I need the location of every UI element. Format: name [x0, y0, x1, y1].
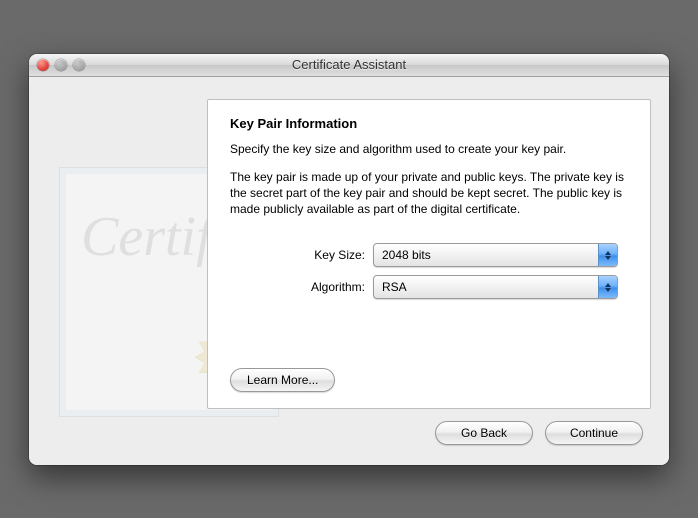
- keysize-value: 2048 bits: [382, 248, 431, 262]
- algorithm-value: RSA: [382, 280, 407, 294]
- algorithm-select[interactable]: RSA: [373, 275, 618, 299]
- learn-more-button[interactable]: Learn More...: [230, 368, 335, 392]
- dropdown-arrows-icon: [598, 244, 617, 266]
- description-paragraph: The key pair is made up of your private …: [230, 169, 628, 218]
- page-title: Key Pair Information: [230, 116, 628, 131]
- description-paragraph: Specify the key size and algorithm used …: [230, 141, 628, 157]
- dropdown-arrows-icon: [598, 276, 617, 298]
- algorithm-row: Algorithm: RSA: [230, 275, 628, 299]
- certificate-signature: Certif: [81, 205, 212, 269]
- continue-button[interactable]: Continue: [545, 421, 643, 445]
- dialog-body: Certif Key Pair Information Specify the …: [29, 77, 669, 465]
- keysize-select[interactable]: 2048 bits: [373, 243, 618, 267]
- algorithm-label: Algorithm:: [230, 280, 373, 294]
- go-back-button[interactable]: Go Back: [435, 421, 533, 445]
- dialog-footer: Go Back Continue: [47, 409, 651, 451]
- keysize-label: Key Size:: [230, 248, 373, 262]
- content-panel: Key Pair Information Specify the key siz…: [207, 99, 651, 409]
- dialog-window: Certificate Assistant Certif Key Pair In…: [29, 54, 669, 465]
- window-title: Certificate Assistant: [29, 57, 669, 72]
- keysize-row: Key Size: 2048 bits: [230, 243, 628, 267]
- title-bar: Certificate Assistant: [29, 54, 669, 77]
